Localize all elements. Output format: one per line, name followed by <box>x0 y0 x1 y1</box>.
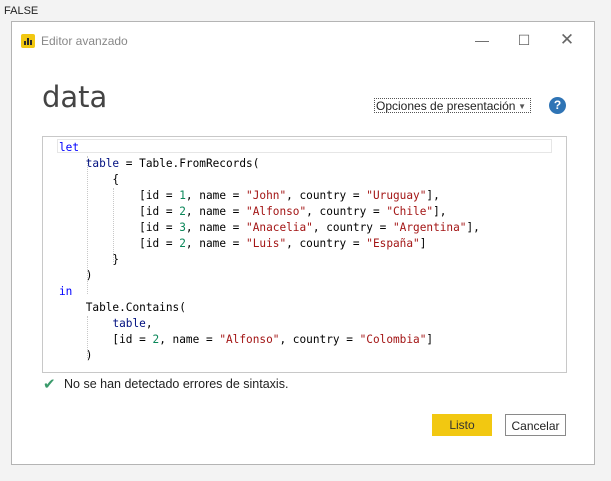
code-line: [id = 2, name = "Alfonso", country = "Co… <box>59 333 434 346</box>
window-title: Editor avanzado <box>41 34 128 48</box>
code-line: [id = 2, name = "Luis", country = "Españ… <box>59 237 427 250</box>
display-options-label: Opciones de presentación <box>376 99 516 113</box>
code-line: [id = 1, name = "John", country = "Urugu… <box>59 189 440 202</box>
advanced-editor-dialog: Editor avanzado — ☐ ✕ data Opciones de p… <box>11 21 595 465</box>
code-text[interactable]: let table = Table.FromRecords( { [id = 1… <box>59 140 480 364</box>
code-line: ) <box>59 269 93 282</box>
code-line: ) <box>59 349 93 362</box>
code-line: Table.Contains( <box>59 301 186 314</box>
cancel-button[interactable]: Cancelar <box>505 414 566 436</box>
code-line: let <box>59 141 80 154</box>
close-icon[interactable]: ✕ <box>552 27 582 53</box>
title-bar[interactable]: Editor avanzado — ☐ ✕ <box>12 22 594 60</box>
minimize-icon[interactable]: — <box>467 27 497 53</box>
code-editor[interactable]: let table = Table.FromRecords( { [id = 1… <box>42 136 567 373</box>
code-line: table = Table.FromRecords( <box>85 157 260 170</box>
chevron-down-icon: ▼ <box>518 102 526 111</box>
code-line: } <box>59 253 120 266</box>
code-line: { <box>59 173 120 186</box>
code-line: [id = 3, name = "Anacelia", country = "A… <box>59 221 480 234</box>
help-icon[interactable]: ? <box>549 97 566 114</box>
power-bi-icon <box>21 34 35 48</box>
checkmark-icon: ✔ <box>43 376 56 393</box>
background-cell-value: FALSE <box>4 5 39 17</box>
done-button[interactable]: Listo <box>432 414 492 436</box>
display-options-dropdown[interactable]: Opciones de presentación ▼ <box>374 98 531 113</box>
code-line: in <box>59 285 73 298</box>
code-line: table, <box>112 317 153 330</box>
syntax-status-message: No se han detectado errores de sintaxis. <box>64 377 289 391</box>
code-line: [id = 2, name = "Alfonso", country = "Ch… <box>59 205 447 218</box>
maximize-icon[interactable]: ☐ <box>509 27 539 53</box>
query-name-title: data <box>42 80 108 114</box>
